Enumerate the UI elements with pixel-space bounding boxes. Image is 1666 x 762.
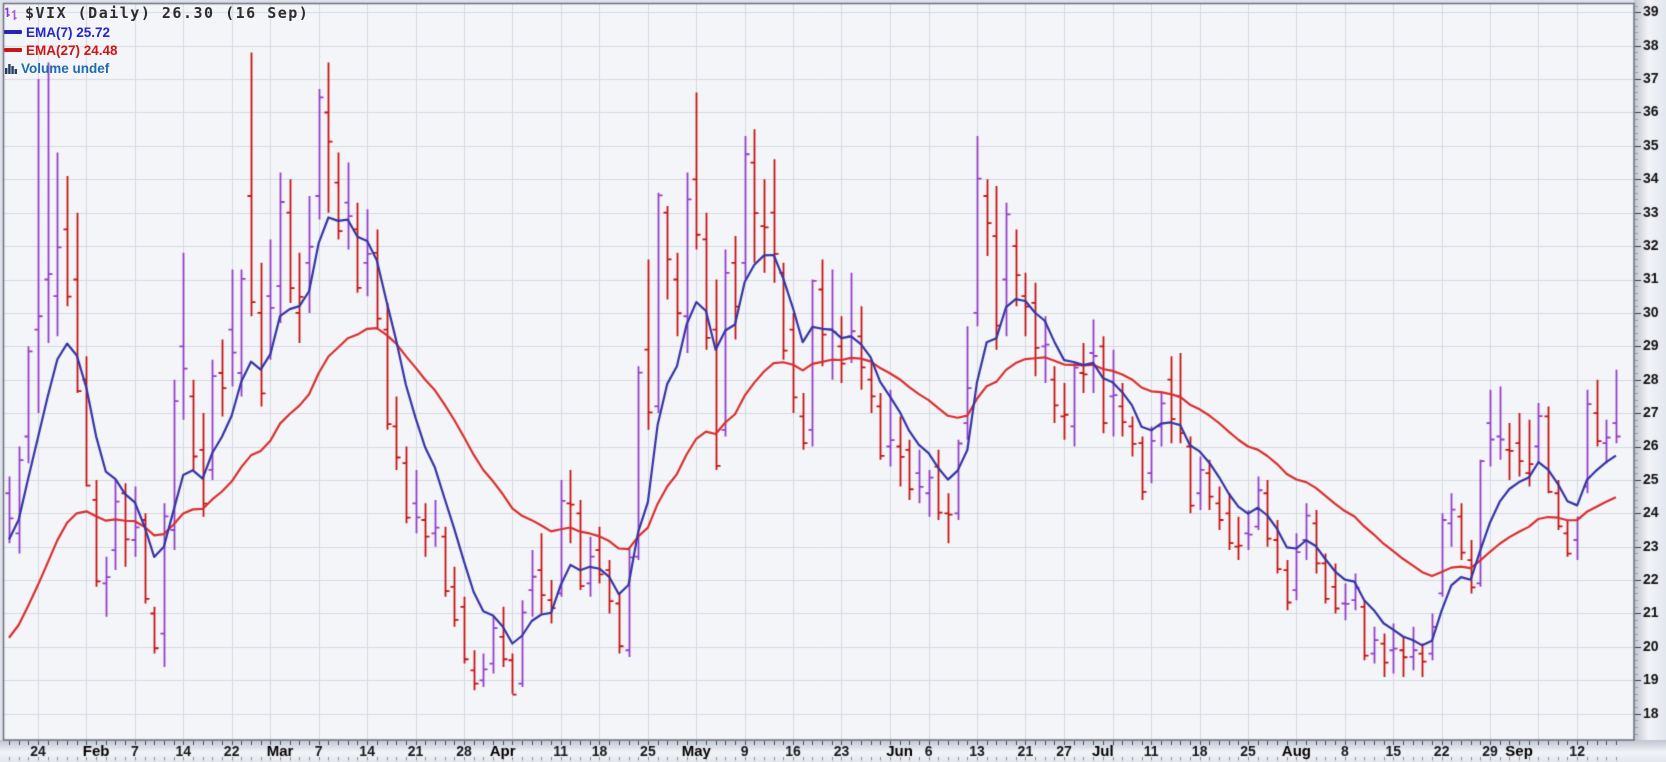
price-chart-canvas — [0, 0, 1666, 762]
chart-legend: $VIX (Daily) 26.30 (16 Sep) EMA(7) 25.72… — [4, 3, 309, 77]
chart-title: $VIX (Daily) 26.30 (16 Sep) — [25, 4, 309, 22]
sharpchart-icon — [4, 6, 19, 21]
legend-ema7-row: EMA(7) 25.72 — [4, 23, 309, 41]
legend-ema27-label: EMA(27) 24.48 — [26, 43, 118, 58]
legend-volume-label: Volume undef — [21, 61, 109, 76]
legend-volume-row: Volume undef — [4, 59, 309, 77]
ema7-swatch-icon — [4, 30, 22, 34]
chart-title-row: $VIX (Daily) 26.30 (16 Sep) — [4, 3, 309, 23]
chart-window: $VIX (Daily) 26.30 (16 Sep) EMA(7) 25.72… — [0, 0, 1666, 762]
volume-bars-icon — [4, 62, 18, 75]
ema27-swatch-icon — [4, 48, 22, 52]
legend-ema7-label: EMA(7) 25.72 — [26, 25, 110, 40]
legend-ema27-row: EMA(27) 24.48 — [4, 41, 309, 59]
